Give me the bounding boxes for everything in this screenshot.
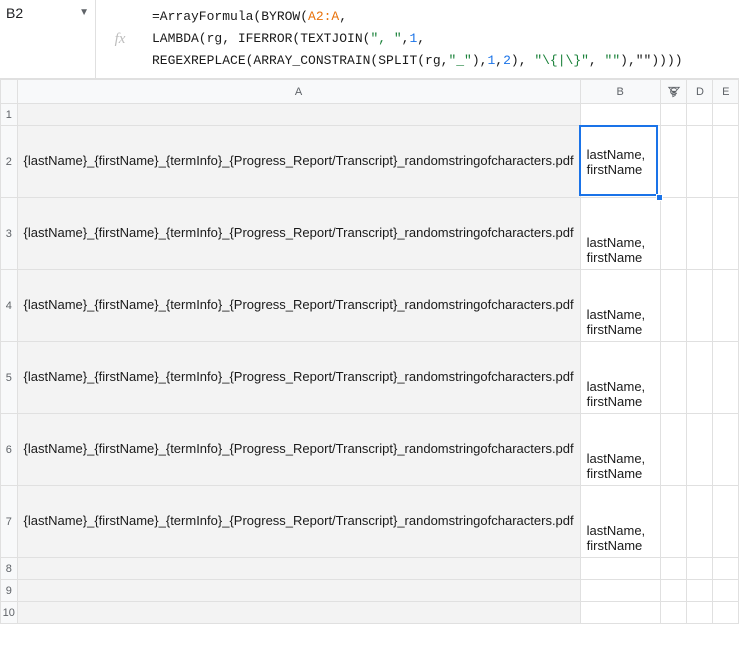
cell-b[interactable]: lastName, firstName (580, 486, 660, 558)
cell-e[interactable] (713, 486, 739, 558)
cell-b[interactable]: lastName, firstName (580, 270, 660, 342)
cell-d[interactable] (687, 270, 713, 342)
formula-line-2: LAMBDA(rg, IFERROR(TEXTJOIN(", ",1, (152, 28, 731, 50)
row-header[interactable]: 2 (1, 126, 18, 198)
row-header[interactable]: 7 (1, 486, 18, 558)
row-header[interactable]: 4 (1, 270, 18, 342)
cell-a[interactable]: {lastName}_{firstName}_{termInfo}_{Progr… (17, 126, 580, 198)
column-header-b[interactable]: B (580, 80, 660, 104)
cell-e[interactable] (713, 558, 739, 580)
cell-c[interactable] (660, 602, 687, 624)
grid-table: A B C D E 12{lastName}_{firstName}_{term… (0, 79, 739, 624)
cell-e[interactable] (713, 198, 739, 270)
table-row: 8 (1, 558, 739, 580)
name-box[interactable]: B2 ▼ (0, 0, 96, 78)
cell-b[interactable]: lastName, firstName (580, 198, 660, 270)
cell-b[interactable] (580, 580, 660, 602)
cell-e[interactable] (713, 270, 739, 342)
table-row: 1 (1, 104, 739, 126)
cell-a[interactable] (17, 104, 580, 126)
cell-d[interactable] (687, 580, 713, 602)
cell-c[interactable] (660, 580, 687, 602)
row-header[interactable]: 8 (1, 558, 18, 580)
cell-c[interactable] (660, 414, 687, 486)
cell-b[interactable]: lastName, firstName (580, 414, 660, 486)
row-header[interactable]: 3 (1, 198, 18, 270)
formula-line-1: =ArrayFormula(BYROW(A2:A, (152, 6, 731, 28)
cell-a[interactable] (17, 580, 580, 602)
select-all-corner[interactable] (1, 80, 18, 104)
formula-line-3: REGEXREPLACE(ARRAY_CONSTRAIN(SPLIT(rg,"_… (152, 50, 731, 72)
cell-c[interactable] (660, 486, 687, 558)
table-row: 6{lastName}_{firstName}_{termInfo}_{Prog… (1, 414, 739, 486)
cell-c[interactable] (660, 104, 687, 126)
spreadsheet-grid: A B C D E 12{lastName}_{firstName}_{term… (0, 79, 739, 624)
cell-b[interactable] (580, 602, 660, 624)
cell-d[interactable] (687, 104, 713, 126)
row-header[interactable]: 9 (1, 580, 18, 602)
cell-a[interactable]: {lastName}_{firstName}_{termInfo}_{Progr… (17, 270, 580, 342)
cell-a[interactable] (17, 558, 580, 580)
cell-a[interactable]: {lastName}_{firstName}_{termInfo}_{Progr… (17, 414, 580, 486)
cell-d[interactable] (687, 414, 713, 486)
cell-a[interactable]: {lastName}_{firstName}_{termInfo}_{Progr… (17, 342, 580, 414)
cell-e[interactable] (713, 126, 739, 198)
cell-c[interactable] (660, 342, 687, 414)
formula-bar: B2 ▼ fx =ArrayFormula(BYROW(A2:A, LAMBDA… (0, 0, 739, 79)
cell-b[interactable] (580, 104, 660, 126)
cell-c[interactable] (660, 198, 687, 270)
cell-d[interactable] (687, 558, 713, 580)
cell-c[interactable] (660, 558, 687, 580)
fill-handle[interactable] (656, 194, 663, 201)
cell-d[interactable] (687, 602, 713, 624)
cell-c[interactable] (660, 270, 687, 342)
cell-b[interactable]: lastName, firstName (580, 342, 660, 414)
column-header-a[interactable]: A (17, 80, 580, 104)
cell-d[interactable] (687, 342, 713, 414)
cell-a[interactable]: {lastName}_{firstName}_{termInfo}_{Progr… (17, 486, 580, 558)
row-header[interactable]: 10 (1, 602, 18, 624)
cell-b[interactable] (580, 558, 660, 580)
column-header-e[interactable]: E (713, 80, 739, 104)
cell-e[interactable] (713, 580, 739, 602)
table-row: 7{lastName}_{firstName}_{termInfo}_{Prog… (1, 486, 739, 558)
cell-e[interactable] (713, 602, 739, 624)
table-row: 9 (1, 580, 739, 602)
cell-reference: B2 (6, 3, 79, 21)
cell-e[interactable] (713, 342, 739, 414)
cell-e[interactable] (713, 104, 739, 126)
cell-e[interactable] (713, 414, 739, 486)
row-header[interactable]: 1 (1, 104, 18, 126)
formula-input[interactable]: =ArrayFormula(BYROW(A2:A, LAMBDA(rg, IFE… (144, 0, 739, 78)
cell-d[interactable] (687, 126, 713, 198)
cell-d[interactable] (687, 198, 713, 270)
table-row: 3{lastName}_{firstName}_{termInfo}_{Prog… (1, 198, 739, 270)
cell-b[interactable]: lastName, firstName (580, 126, 660, 198)
row-header[interactable]: 5 (1, 342, 18, 414)
row-header[interactable]: 6 (1, 414, 18, 486)
cell-a[interactable]: {lastName}_{firstName}_{termInfo}_{Progr… (17, 198, 580, 270)
table-row: 4{lastName}_{firstName}_{termInfo}_{Prog… (1, 270, 739, 342)
chevron-down-icon[interactable]: ▼ (79, 3, 89, 18)
column-header-c[interactable]: C (660, 80, 687, 104)
filter-icon[interactable] (666, 84, 682, 100)
table-row: 2{lastName}_{firstName}_{termInfo}_{Prog… (1, 126, 739, 198)
cell-a[interactable] (17, 602, 580, 624)
table-row: 5{lastName}_{firstName}_{termInfo}_{Prog… (1, 342, 739, 414)
cell-d[interactable] (687, 486, 713, 558)
cell-c[interactable] (660, 126, 687, 198)
table-row: 10 (1, 602, 739, 624)
column-header-d[interactable]: D (687, 80, 713, 104)
fx-icon[interactable]: fx (96, 0, 144, 78)
